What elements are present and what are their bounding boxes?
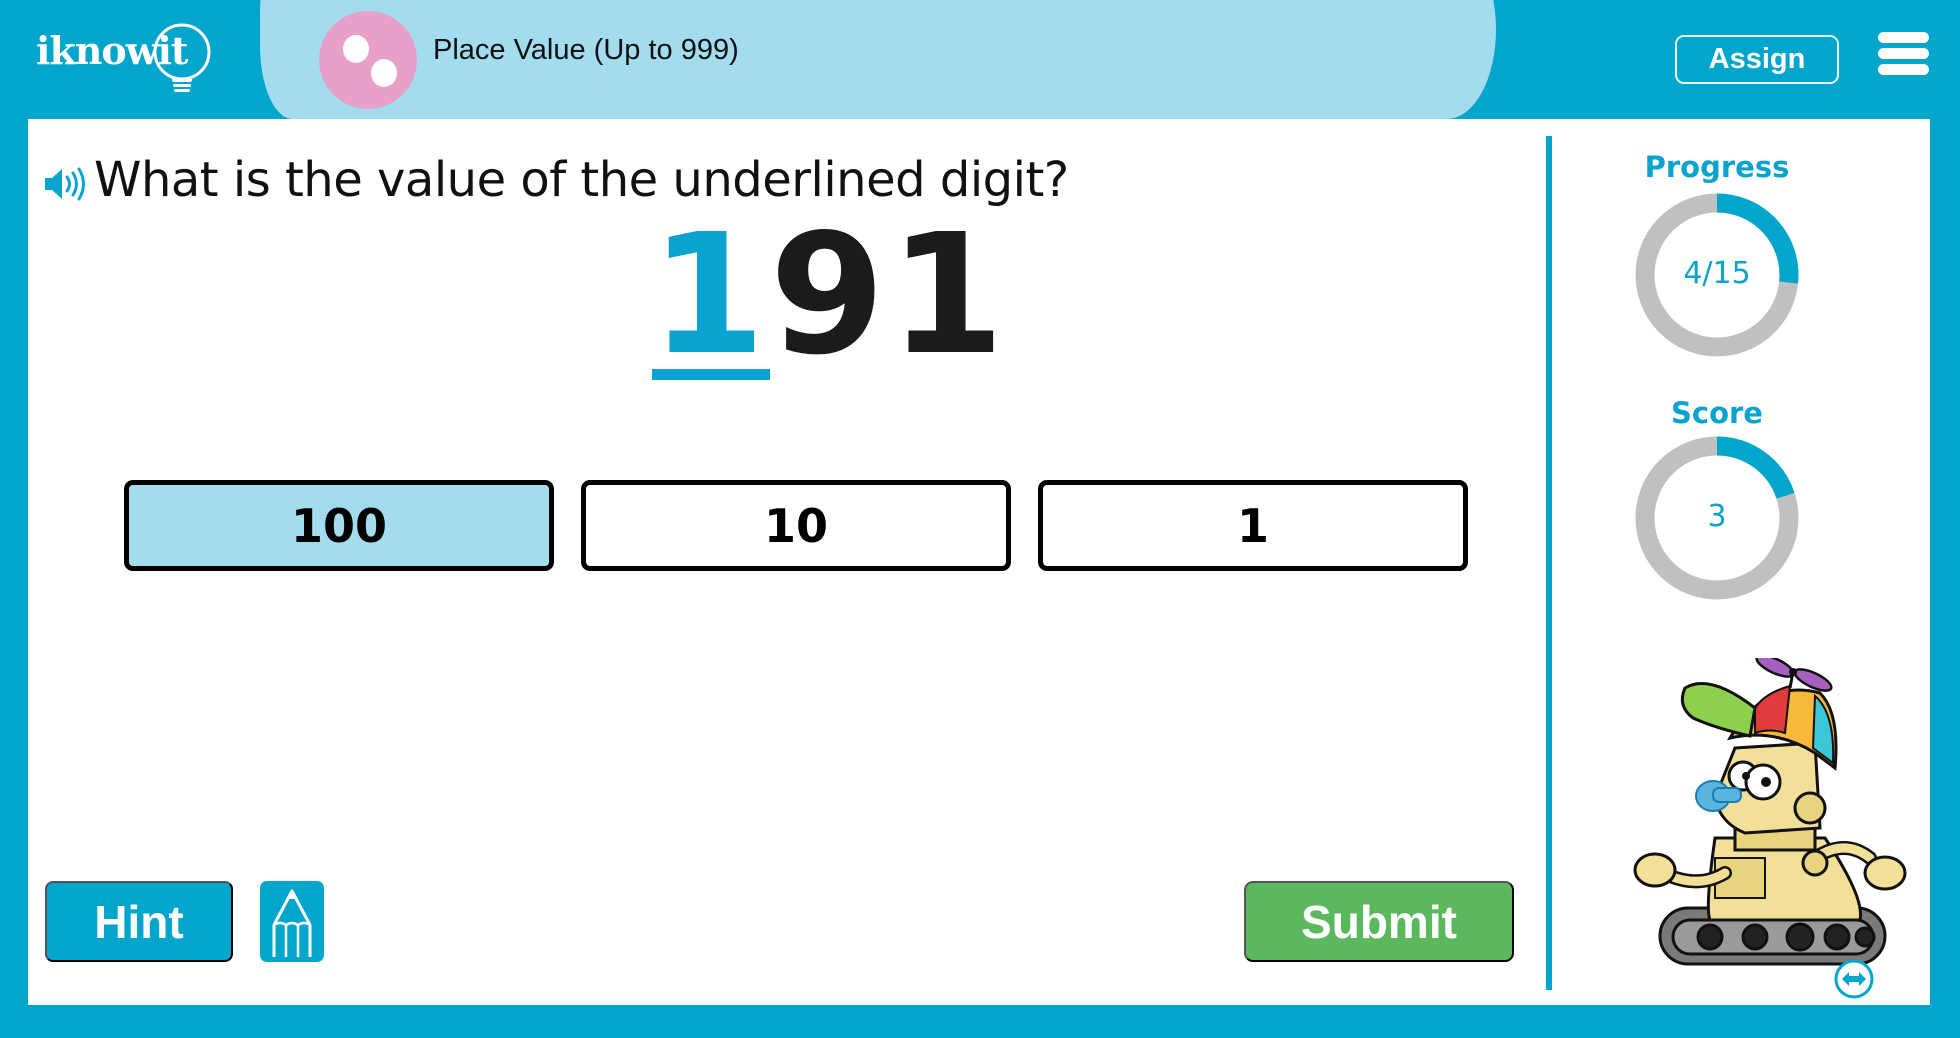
hamburger-menu-icon[interactable] bbox=[1878, 32, 1929, 76]
pencil-button[interactable] bbox=[260, 881, 324, 962]
progress-label: Progress bbox=[1644, 150, 1790, 184]
score-value: 3 bbox=[1707, 499, 1727, 534]
iknowit-logo[interactable]: iknowit bbox=[32, 18, 232, 98]
underlined-digit: 1 bbox=[650, 196, 770, 396]
hint-button[interactable]: Hint bbox=[45, 881, 233, 962]
answer-option-1[interactable]: 100 bbox=[124, 480, 554, 571]
two-dots-icon bbox=[319, 11, 417, 109]
dot bbox=[371, 59, 397, 87]
menu-bar bbox=[1878, 48, 1929, 59]
pencil-icon bbox=[272, 889, 312, 957]
dot bbox=[343, 35, 369, 63]
menu-bar bbox=[1878, 32, 1929, 43]
robot-mascot-image bbox=[1633, 658, 1907, 966]
score-label: Score bbox=[1671, 396, 1763, 430]
answer-option-2[interactable]: 10 bbox=[581, 480, 1011, 571]
submit-button[interactable]: Submit bbox=[1244, 881, 1514, 962]
answer-option-3[interactable]: 1 bbox=[1038, 480, 1468, 571]
resize-arrows-icon[interactable] bbox=[1833, 958, 1875, 1000]
lesson-title: Place Value (Up to 999) bbox=[433, 34, 739, 66]
lightbulb-icon bbox=[153, 23, 211, 92]
number-display: 191 bbox=[650, 196, 1009, 396]
progress-value: 4/15 bbox=[1683, 256, 1751, 291]
remaining-digits: 91 bbox=[769, 199, 1009, 392]
menu-bar bbox=[1878, 64, 1929, 75]
score-ring-fill bbox=[1716, 436, 1795, 500]
speaker-icon[interactable] bbox=[43, 166, 87, 202]
sidebar-divider bbox=[1546, 136, 1552, 990]
assign-button[interactable]: Assign bbox=[1675, 35, 1839, 84]
